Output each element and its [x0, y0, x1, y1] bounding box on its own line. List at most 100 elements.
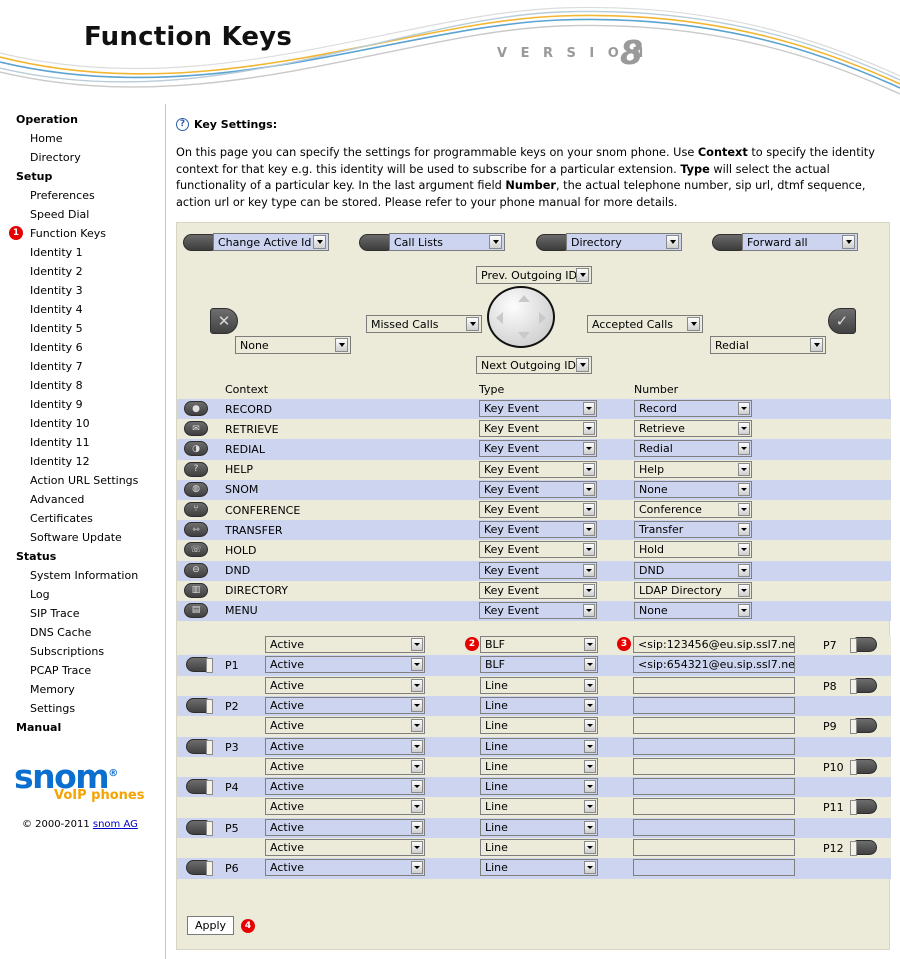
- chevron-down-icon[interactable]: [583, 523, 595, 537]
- sidebar-item-speed-dial[interactable]: Speed Dial: [0, 205, 165, 224]
- chevron-down-icon[interactable]: [666, 235, 679, 249]
- nav-down-select[interactable]: Next Outgoing ID: [476, 356, 592, 374]
- key-number-select[interactable]: Help: [634, 460, 752, 478]
- chevron-down-icon[interactable]: [584, 800, 596, 814]
- programmable-key-button-p2[interactable]: [186, 697, 213, 714]
- chevron-down-icon[interactable]: [411, 800, 423, 814]
- cancel-key-button[interactable]: ✕: [210, 308, 238, 334]
- key-type-select[interactable]: Line: [480, 778, 598, 796]
- key-context-select[interactable]: Active: [265, 859, 425, 877]
- key-number-select[interactable]: Redial: [634, 440, 752, 458]
- chevron-down-icon[interactable]: [335, 338, 348, 352]
- chevron-down-icon[interactable]: [576, 358, 589, 372]
- key-context-select[interactable]: Active: [265, 696, 425, 714]
- chevron-down-icon[interactable]: [411, 698, 423, 712]
- key-type-select[interactable]: Line: [480, 859, 598, 877]
- chevron-down-icon[interactable]: [583, 462, 595, 476]
- chevron-down-icon[interactable]: [584, 719, 596, 733]
- sidebar-item-identity-7[interactable]: Identity 7: [0, 357, 165, 376]
- key-context-select[interactable]: Active: [265, 717, 425, 735]
- sidebar-item-sip-trace[interactable]: SIP Trace: [0, 604, 165, 623]
- programmable-key-button-p1[interactable]: [186, 657, 213, 674]
- softkey-select-1[interactable]: Change Active Id: [213, 233, 329, 251]
- programmable-key-button-p10[interactable]: [850, 758, 877, 775]
- sidebar-item-settings[interactable]: Settings: [0, 699, 165, 718]
- chevron-down-icon[interactable]: [584, 698, 596, 712]
- key-number-input[interactable]: [633, 798, 795, 816]
- chevron-down-icon[interactable]: [738, 603, 750, 617]
- programmable-key-button-p4[interactable]: [186, 779, 213, 796]
- chevron-down-icon[interactable]: [584, 658, 596, 672]
- chevron-down-icon[interactable]: [411, 739, 423, 753]
- key-number-select[interactable]: Transfer: [634, 521, 752, 539]
- nav-right-select[interactable]: Accepted Calls: [587, 315, 703, 333]
- key-number-input[interactable]: [633, 696, 795, 714]
- confirm-key-button[interactable]: ✓: [828, 308, 856, 334]
- key-number-input[interactable]: [633, 859, 795, 877]
- programmable-key-button-p3[interactable]: [186, 738, 213, 755]
- key-number-input[interactable]: [633, 676, 795, 694]
- key-number-input[interactable]: [633, 737, 795, 755]
- programmable-key-button-p11[interactable]: [850, 799, 877, 816]
- key-type-select[interactable]: Key Event: [479, 440, 597, 458]
- sidebar-item-memory[interactable]: Memory: [0, 680, 165, 699]
- key-context-select[interactable]: Active: [265, 757, 425, 775]
- chevron-down-icon[interactable]: [313, 235, 326, 249]
- sidebar-item-identity-8[interactable]: Identity 8: [0, 376, 165, 395]
- sidebar-item-identity-1[interactable]: Identity 1: [0, 243, 165, 262]
- key-context-select[interactable]: Active: [265, 676, 425, 694]
- chevron-down-icon[interactable]: [584, 678, 596, 692]
- programmable-key-button-p7[interactable]: [850, 637, 877, 654]
- chevron-down-icon[interactable]: [489, 235, 502, 249]
- chevron-down-icon[interactable]: [584, 861, 596, 875]
- chevron-down-icon[interactable]: [738, 422, 750, 436]
- chevron-down-icon[interactable]: [411, 638, 423, 652]
- sidebar-item-certificates[interactable]: Certificates: [0, 509, 165, 528]
- sidebar-item-identity-11[interactable]: Identity 11: [0, 433, 165, 452]
- key-type-select[interactable]: Key Event: [479, 420, 597, 438]
- chevron-down-icon[interactable]: [411, 658, 423, 672]
- key-number-input[interactable]: [633, 778, 795, 796]
- key-context-select[interactable]: Active: [265, 818, 425, 836]
- key-number-select[interactable]: DND: [634, 561, 752, 579]
- programmable-key-button-p12[interactable]: [850, 840, 877, 857]
- sidebar-item-identity-9[interactable]: Identity 9: [0, 395, 165, 414]
- chevron-down-icon[interactable]: [583, 502, 595, 516]
- sidebar-item-identity-2[interactable]: Identity 2: [0, 262, 165, 281]
- key-type-select[interactable]: Key Event: [479, 561, 597, 579]
- sidebar-item-identity-6[interactable]: Identity 6: [0, 338, 165, 357]
- chevron-down-icon[interactable]: [687, 317, 700, 331]
- key-type-select[interactable]: Line: [480, 676, 598, 694]
- sidebar-item-identity-5[interactable]: Identity 5: [0, 319, 165, 338]
- chevron-down-icon[interactable]: [738, 482, 750, 496]
- cancel-key-select[interactable]: None: [235, 336, 351, 354]
- chevron-down-icon[interactable]: [583, 442, 595, 456]
- key-type-select[interactable]: Line: [480, 818, 598, 836]
- key-context-select[interactable]: Active: [265, 656, 425, 674]
- chevron-down-icon[interactable]: [411, 759, 423, 773]
- sidebar-item-system-information[interactable]: System Information: [0, 566, 165, 585]
- chevron-down-icon[interactable]: [584, 841, 596, 855]
- key-number-input[interactable]: [633, 839, 795, 857]
- key-type-select[interactable]: Key Event: [479, 581, 597, 599]
- confirm-key-select[interactable]: Redial: [710, 336, 826, 354]
- key-type-select[interactable]: Line: [480, 696, 598, 714]
- key-number-select[interactable]: Hold: [634, 541, 752, 559]
- programmable-key-button-p5[interactable]: [186, 819, 213, 836]
- softkey-select-4[interactable]: Forward all: [742, 233, 858, 251]
- chevron-down-icon[interactable]: [583, 482, 595, 496]
- snom-ag-link[interactable]: snom AG: [93, 819, 138, 830]
- chevron-down-icon[interactable]: [411, 861, 423, 875]
- sidebar-item-log[interactable]: Log: [0, 585, 165, 604]
- chevron-down-icon[interactable]: [583, 402, 595, 415]
- programmable-key-button-p8[interactable]: [850, 677, 877, 694]
- key-number-select[interactable]: LDAP Directory: [634, 581, 752, 599]
- key-number-input[interactable]: <sip:123456@eu.sip.ssl7.net:5: [633, 636, 795, 654]
- chevron-down-icon[interactable]: [584, 820, 596, 834]
- dpad-left-icon[interactable]: [496, 312, 503, 324]
- chevron-down-icon[interactable]: [738, 523, 750, 537]
- chevron-down-icon[interactable]: [584, 759, 596, 773]
- chevron-down-icon[interactable]: [738, 462, 750, 476]
- key-number-select[interactable]: Record: [634, 400, 752, 417]
- key-number-input[interactable]: [633, 757, 795, 775]
